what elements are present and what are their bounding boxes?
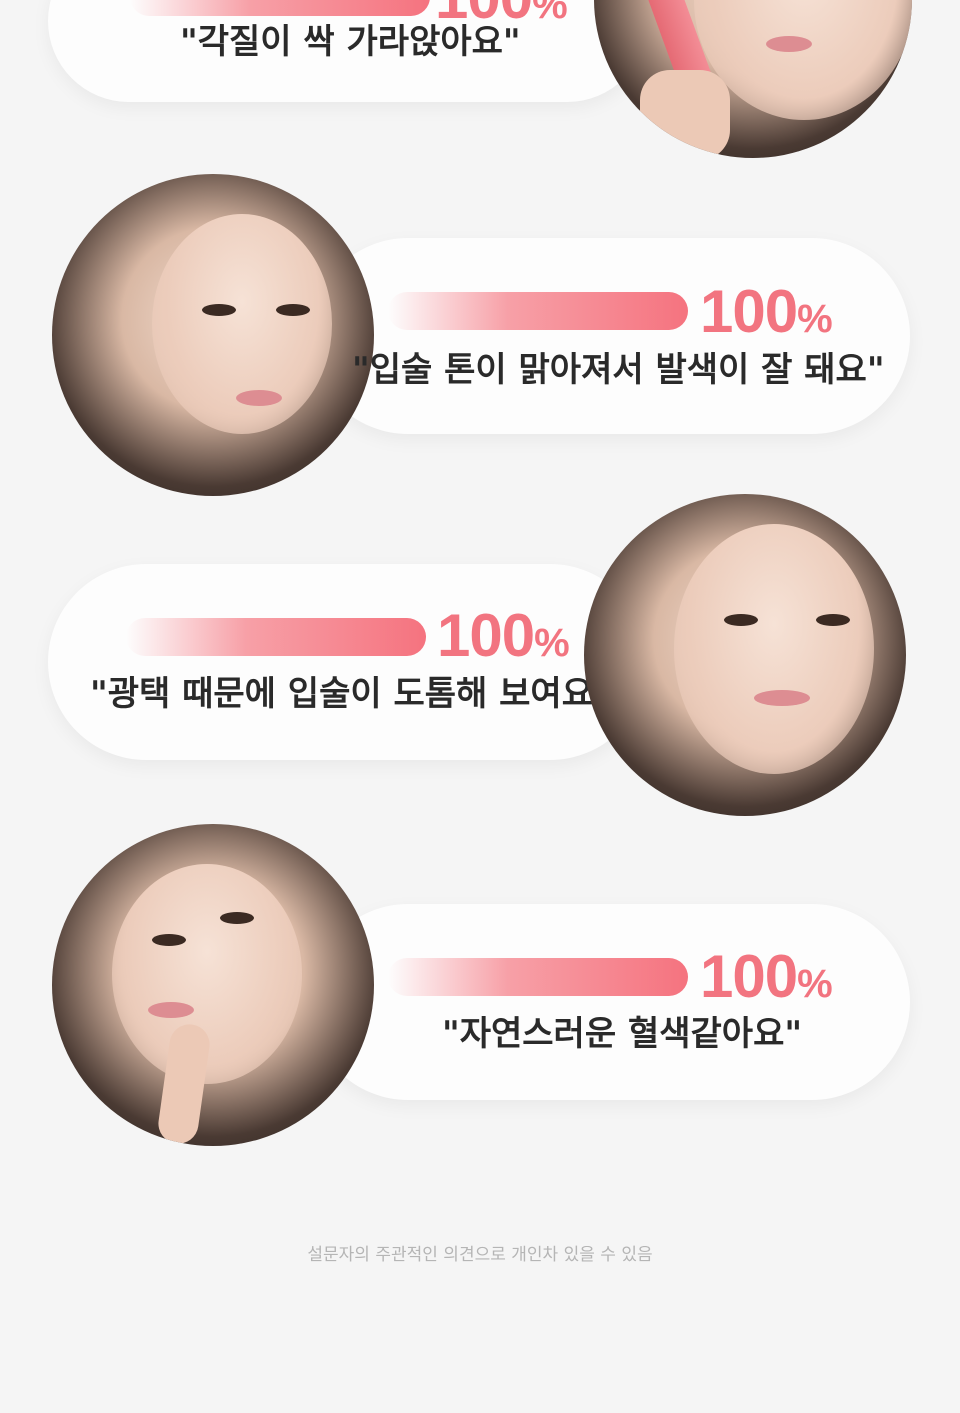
review-quote-1: "각질이 싹 가라앉아요"	[180, 22, 521, 62]
review-quote-3: "광택 때문에 입술이 도톰해 보여요"	[90, 674, 611, 714]
model-photo-1	[594, 0, 912, 158]
percent-label-3: 100%	[437, 602, 570, 669]
progress-bar-2	[388, 292, 688, 330]
hand	[640, 70, 730, 158]
percent-label-4: 100%	[700, 943, 833, 1010]
review-quote-4: "자연스러운 혈색같아요"	[442, 1014, 803, 1054]
model-photo-4	[52, 824, 374, 1146]
review-quote-2: "입술 톤이 맑아져서 발색이 잘 돼요"	[352, 350, 885, 390]
model-photo-2	[52, 174, 374, 496]
progress-bar-4	[388, 958, 688, 996]
progress-bar-3	[126, 618, 426, 656]
model-photo-3	[584, 494, 906, 816]
percent-label-2: 100%	[700, 278, 833, 345]
progress-bar-1	[130, 0, 430, 16]
disclaimer-note: 설문자의 주관적인 의견으로 개인차 있을 수 있음	[307, 1245, 653, 1265]
